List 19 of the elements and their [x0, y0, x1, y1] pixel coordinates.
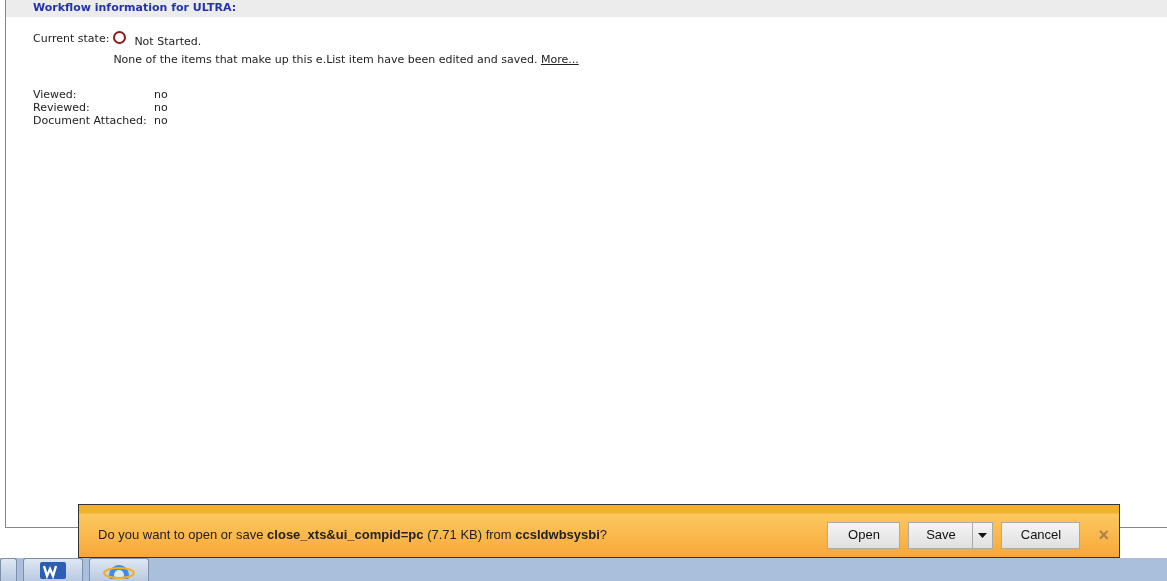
header-title: Workflow information for ULTRA:	[6, 0, 1167, 17]
property-value: no	[154, 114, 168, 127]
state-label: Current state:	[33, 31, 110, 47]
notification-message: Do you want to open or save close_xts&ui_compid=pc (7.71 KB) from ccsldwbsysbi?	[98, 526, 609, 545]
caret-icon	[978, 533, 988, 539]
property-value: no	[154, 88, 168, 101]
property-label: Reviewed:	[33, 101, 91, 114]
save-button[interactable]: Save	[908, 521, 974, 549]
dialog-button[interactable]: Cancel	[1001, 521, 1081, 549]
property-label: Document Attached:	[33, 114, 148, 127]
property-value: no	[154, 101, 168, 114]
property-label: Viewed:	[33, 88, 78, 101]
dropdown-button[interactable]	[973, 521, 994, 549]
not-started-icon	[113, 31, 127, 44]
state-value: Not Started.	[134, 34, 202, 50]
document-icon	[38, 559, 68, 579]
more-link[interactable]: More...	[540, 52, 579, 66]
dialog-button[interactable]: Open	[827, 521, 901, 549]
state-description: None of the items that make up this e.List item have been edited and saved.	[113, 52, 538, 66]
